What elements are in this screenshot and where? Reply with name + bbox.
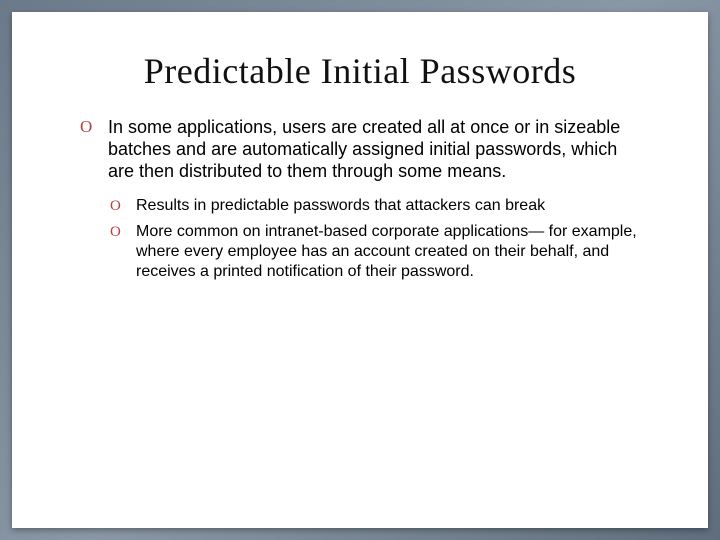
main-bullet: O In some applications, users are create… — [80, 116, 640, 182]
slide-card: Predictable Initial Passwords O In some … — [12, 12, 708, 528]
main-bullet-text: In some applications, users are created … — [108, 116, 640, 182]
sub-bullet: O Results in predictable passwords that … — [110, 196, 640, 216]
sub-bullet: O More common on intranet-based corporat… — [110, 222, 640, 282]
bullet-marker-icon: O — [80, 116, 108, 182]
bullet-marker-icon: O — [110, 196, 136, 216]
sub-bullet-text: More common on intranet-based corporate … — [136, 222, 640, 282]
sub-bullet-list: O Results in predictable passwords that … — [110, 196, 640, 282]
sub-bullet-text: Results in predictable passwords that at… — [136, 196, 545, 216]
slide-title: Predictable Initial Passwords — [60, 50, 660, 92]
bullet-marker-icon: O — [110, 222, 136, 282]
